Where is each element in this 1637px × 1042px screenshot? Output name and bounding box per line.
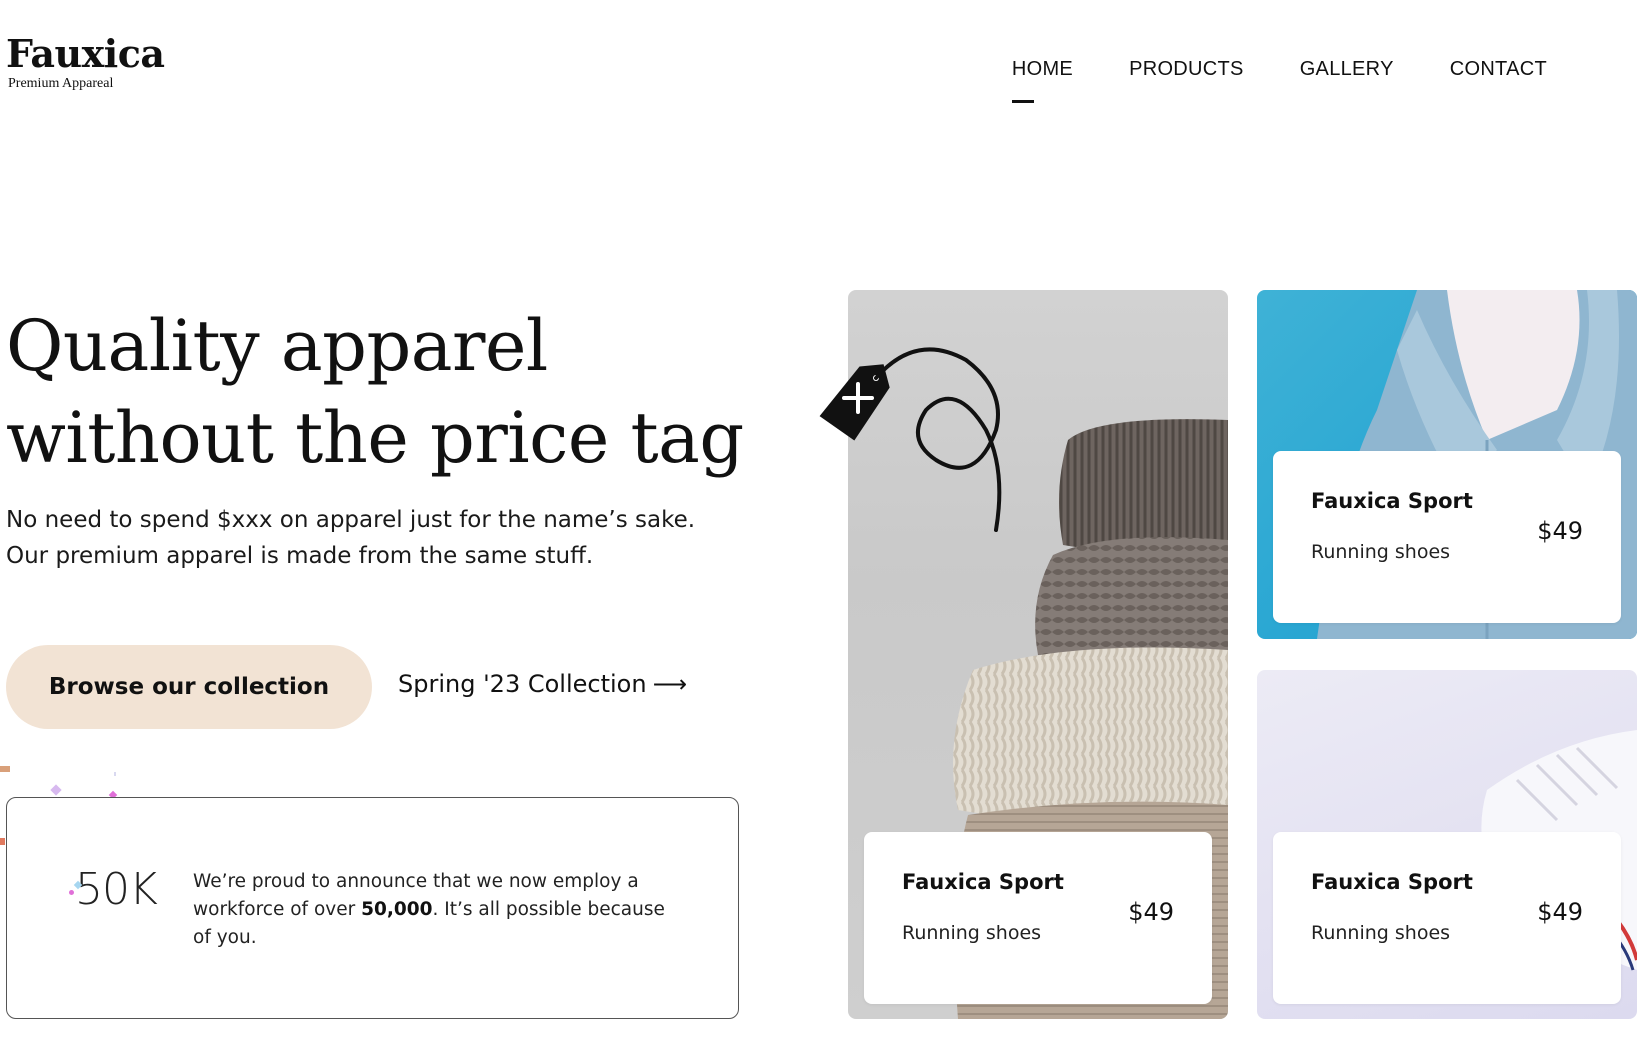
- product-name: Fauxica Sport: [902, 870, 1064, 894]
- product-price: $49: [1537, 517, 1583, 545]
- brand-tagline: Premium Appareal: [8, 76, 114, 91]
- product-price: $49: [1537, 898, 1583, 926]
- confetti-decoration: [50, 784, 62, 796]
- brand-name: Fauxica: [6, 31, 165, 76]
- price-tag-plus-icon: [819, 347, 1002, 532]
- brand-logo[interactable]: Fauxica Premium Appareal: [6, 34, 165, 92]
- stats-card: 50K We’re proud to announce that we now …: [6, 797, 739, 1019]
- hero-subtitle-line1: No need to spend $xxx on apparel just fo…: [6, 507, 696, 533]
- hero-subtitle: No need to spend $xxx on apparel just fo…: [6, 502, 766, 574]
- product-subtitle: Running shoes: [1311, 541, 1451, 563]
- stats-number: 50K: [75, 864, 158, 915]
- spring-collection-label: Spring '23 Collection: [398, 670, 647, 698]
- product-subtitle: Running shoes: [1311, 922, 1451, 944]
- product-name: Fauxica Sport: [1311, 870, 1473, 894]
- hero-title-line1: Quality apparel: [6, 305, 548, 387]
- confetti-decoration: [0, 766, 10, 772]
- product-name: Fauxica Sport: [1311, 489, 1473, 513]
- nav-products[interactable]: PRODUCTS: [1129, 58, 1244, 81]
- confetti-decoration: [0, 838, 5, 845]
- hero-title-line2: without the price tag: [6, 397, 744, 479]
- product-card[interactable]: Fauxica Sport Running shoes $49: [1273, 832, 1621, 1004]
- stats-text-bold: 50,000: [361, 899, 433, 920]
- arrow-right-icon: ⟶: [652, 670, 687, 698]
- product-price: $49: [1128, 898, 1174, 926]
- product-card[interactable]: Fauxica Sport Running shoes $49: [1273, 451, 1621, 623]
- confetti-decoration: [114, 772, 116, 776]
- product-subtitle: Running shoes: [902, 922, 1042, 944]
- stats-text: We’re proud to announce that we now empl…: [193, 868, 683, 952]
- product-card[interactable]: Fauxica Sport Running shoes $49: [864, 832, 1212, 1004]
- main-nav: HOME PRODUCTS GALLERY CONTACT: [956, 58, 1547, 103]
- spring-collection-link[interactable]: Spring '23 Collection ⟶: [398, 670, 687, 698]
- hero-subtitle-line2: Our premium apparel is made from the sam…: [6, 543, 594, 569]
- nav-contact[interactable]: CONTACT: [1450, 58, 1547, 81]
- nav-gallery[interactable]: GALLERY: [1300, 58, 1394, 81]
- nav-home[interactable]: HOME: [1011, 58, 1073, 103]
- hero-title: Quality apparel without the price tag: [6, 300, 766, 484]
- browse-collection-button[interactable]: Browse our collection: [6, 645, 372, 729]
- confetti-decoration: [69, 890, 74, 895]
